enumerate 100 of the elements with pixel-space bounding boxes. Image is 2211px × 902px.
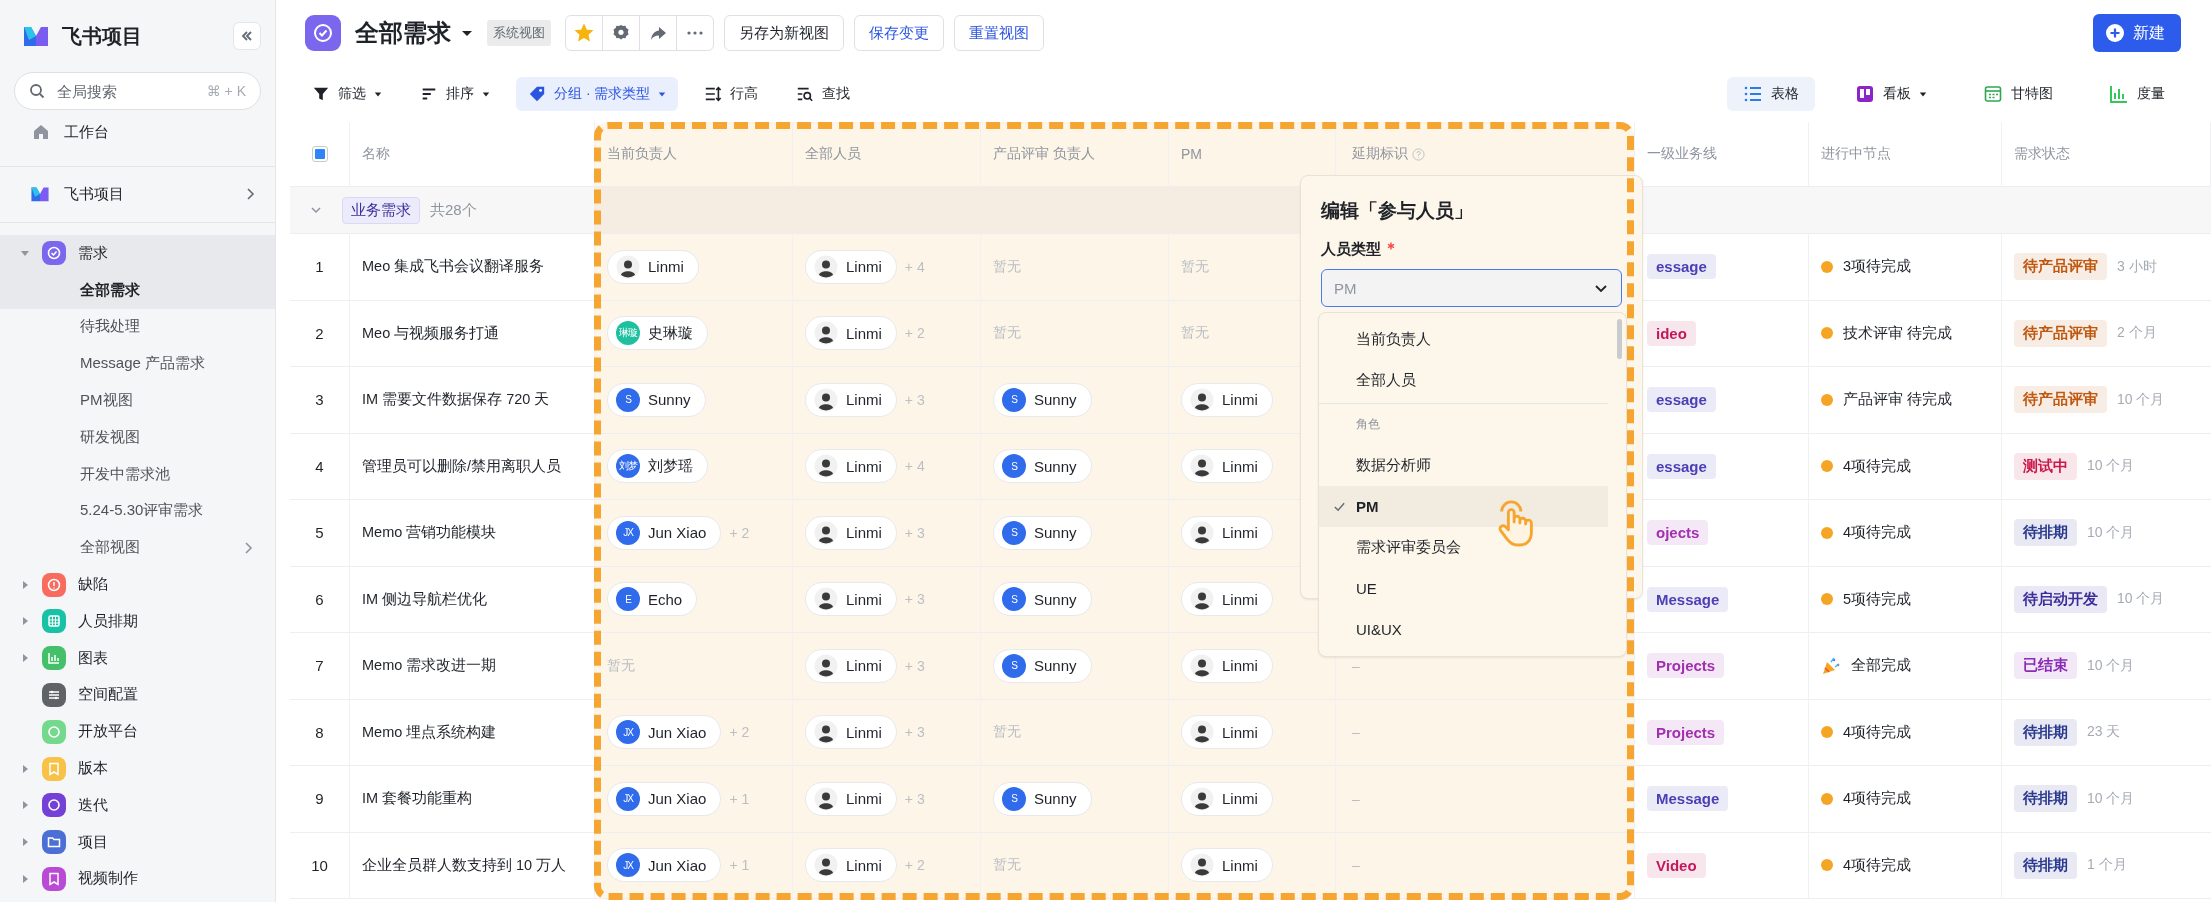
person-name: Linmi xyxy=(846,457,882,475)
shortcut-hint: ⌘ + K xyxy=(206,83,246,99)
nav-item[interactable]: 项目 xyxy=(0,823,275,861)
caret-icon xyxy=(374,90,382,98)
view-tab[interactable]: 看板 xyxy=(1839,77,1943,111)
nav-item[interactable]: 研发视图 xyxy=(0,419,275,456)
column-header: 一级业务线 xyxy=(1647,145,1717,163)
scrollbar[interactable] xyxy=(1617,319,1622,359)
select-all-checkbox[interactable] xyxy=(311,146,328,162)
menu-option[interactable]: 数据分析师 xyxy=(1319,445,1608,486)
toolbar-button[interactable]: 查找 xyxy=(784,77,863,111)
nav-item[interactable]: 全部视图 xyxy=(0,529,275,567)
double-chevron-left-icon[interactable] xyxy=(240,29,254,43)
nav-item[interactable]: 全部需求 xyxy=(0,271,275,309)
nav-item[interactable]: 图表 xyxy=(0,639,275,677)
row-title[interactable]: Memo 埋点系统构建 xyxy=(362,722,497,742)
status-tag: 待排期 xyxy=(2014,718,2077,746)
view-tab[interactable]: 甘特图 xyxy=(1967,77,2069,111)
save-as-button[interactable]: 另存为新视图 xyxy=(724,15,844,51)
row-title[interactable]: 管理员可以删除/禁用离职人员 xyxy=(362,456,562,476)
status-dot xyxy=(1821,526,1833,539)
node-text: 4项待完成 xyxy=(1843,855,1912,875)
more-count: + 3 xyxy=(904,591,925,608)
node-text: 产品评审 待完成 xyxy=(1843,390,1953,410)
nav-item[interactable]: 开发中需求池 xyxy=(0,455,275,493)
status-dot xyxy=(1821,859,1833,872)
status-tag: 测试中 xyxy=(2014,452,2077,480)
nav-item[interactable]: 版本 xyxy=(0,750,275,787)
row-title[interactable]: Meo 集成飞书会议翻译服务 xyxy=(362,257,545,277)
view-tab[interactable]: 度量 xyxy=(2093,77,2181,111)
row-title[interactable]: IM 需要文件数据保存 720 天 xyxy=(362,390,550,410)
view-tab[interactable]: 表格 xyxy=(1727,77,1815,111)
row-title[interactable]: 企业全员群人数支持到 10 万人 xyxy=(362,855,567,875)
search-input[interactable]: 全局搜索 xyxy=(55,81,197,101)
nav-item[interactable]: 视频制作 xyxy=(0,860,275,898)
menu-section-heading: 角色 xyxy=(1319,403,1608,445)
toolbar-button[interactable]: 分组 · 需求类型 xyxy=(516,77,679,111)
search-icon xyxy=(796,85,815,103)
avatar-initials: 刘梦 xyxy=(616,454,640,479)
person-name: Linmi xyxy=(846,657,882,675)
toolbar-button[interactable]: 筛选 xyxy=(300,77,394,111)
save-button[interactable]: 保存变更 xyxy=(854,15,944,51)
create-button[interactable]: 新建 xyxy=(2093,14,2181,52)
status-dot xyxy=(1821,792,1833,805)
nav-item[interactable]: 空间配置 xyxy=(0,676,275,714)
nav-item[interactable]: 迭代 xyxy=(0,786,275,824)
menu-option[interactable]: UI&UX xyxy=(1319,609,1608,650)
nav-item[interactable]: 5.24-5.30评审需求 xyxy=(0,492,275,530)
menu-option[interactable]: 全部人员 xyxy=(1319,360,1608,401)
nav-item[interactable]: 需求 xyxy=(0,235,275,272)
person-name: Linmi xyxy=(648,258,684,276)
toolbar-button[interactable]: 行高 xyxy=(692,77,771,111)
status-tag: 待产品评审 xyxy=(2014,319,2107,347)
help-icon[interactable] xyxy=(1412,147,1425,161)
more-count: + 4 xyxy=(904,258,925,275)
home-item[interactable]: 工作台 xyxy=(0,110,275,154)
nav-item[interactable]: 缺陷 xyxy=(0,566,275,603)
view-tag: 系统视图 xyxy=(487,20,551,46)
column-header: 进行中节点 xyxy=(1821,145,1891,163)
row-title[interactable]: Meo 与视频服务打通 xyxy=(362,323,500,343)
person-name: 史琳璇 xyxy=(648,323,693,343)
person-name: Linmi xyxy=(846,856,882,874)
space-item[interactable]: 飞书项目 xyxy=(0,174,275,214)
row-title[interactable]: Memo 需求改进一期 xyxy=(362,656,497,676)
chevron-right-icon xyxy=(245,187,255,201)
star-icon[interactable] xyxy=(574,23,594,43)
nav-item[interactable]: Message 产品需求 xyxy=(0,345,275,383)
column-header: 产品评审 负责人 xyxy=(993,145,1095,163)
nav-item[interactable]: PM视图 xyxy=(0,382,275,419)
nav-item[interactable]: 待我处理 xyxy=(0,308,275,346)
person-name: Sunny xyxy=(1034,790,1077,808)
more-count: + 3 xyxy=(904,790,925,807)
nav-item[interactable]: 开放平台 xyxy=(0,713,275,751)
toolbar-button[interactable]: 排序 xyxy=(408,77,502,111)
menu-option[interactable]: PM xyxy=(1319,486,1608,527)
person-name: Jun Xiao xyxy=(648,856,707,874)
collapse-button[interactable] xyxy=(233,22,261,50)
business-line-tag: essage xyxy=(1647,387,1716,413)
avatar-initials: S xyxy=(1002,387,1026,412)
status-tag: 待启动开发 xyxy=(2014,585,2107,613)
filter-icon xyxy=(312,85,330,103)
more-count: + 4 xyxy=(904,458,925,475)
menu-option[interactable]: 当前负责人 xyxy=(1319,319,1608,360)
column-header: 名称 xyxy=(362,145,390,163)
avatar-icon xyxy=(814,587,838,612)
row-number: 2 xyxy=(315,324,324,342)
menu-option[interactable]: 需求评审委员会 xyxy=(1319,527,1608,568)
menu-option[interactable]: UE xyxy=(1319,568,1608,609)
row-number: 8 xyxy=(315,723,324,741)
caret-icon xyxy=(658,90,667,98)
avatar-icon xyxy=(1190,454,1214,479)
row-title[interactable]: IM 套餐功能重构 xyxy=(362,789,473,809)
reset-button[interactable]: 重置视图 xyxy=(954,15,1044,51)
list-icon xyxy=(1743,84,1763,104)
check-icon xyxy=(1333,500,1346,513)
row-title[interactable]: IM 侧边导航栏优化 xyxy=(362,589,488,609)
row-title[interactable]: Memo 营销功能模块 xyxy=(362,523,497,543)
caret-icon xyxy=(482,90,490,98)
more-count: + 2 xyxy=(729,524,750,541)
nav-item[interactable]: 人员排期 xyxy=(0,602,275,640)
